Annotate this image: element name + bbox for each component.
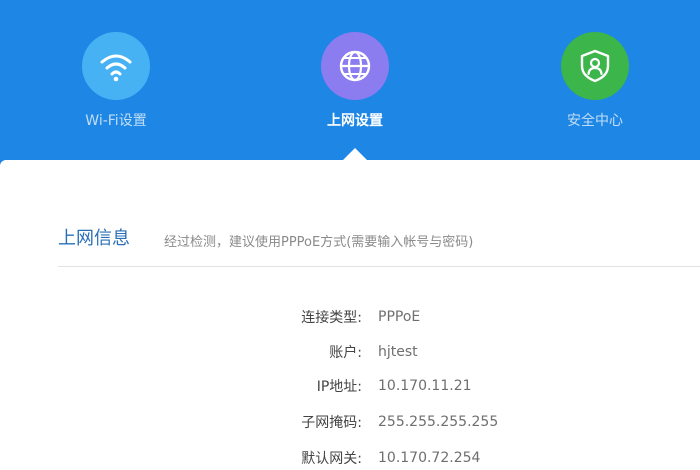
info-row-account: 账户: hjtest	[200, 340, 680, 364]
shield-user-icon	[580, 49, 610, 83]
top-nav-bar: Wi-Fi设置 上网设置 安全中心	[0, 0, 700, 170]
info-label: 默认网关:	[301, 451, 362, 467]
nav-wifi-label: Wi-Fi设置	[85, 113, 147, 129]
globe-icon	[339, 50, 371, 82]
info-label: 账户:	[329, 345, 362, 361]
info-value: PPPoE	[378, 309, 421, 325]
info-value: 255.255.255.255	[378, 414, 499, 430]
wifi-icon	[100, 54, 132, 82]
info-row-default-gateway: 默认网关: 10.170.72.254	[200, 446, 680, 470]
section-hint: 经过检测，建议使用PPPoE方式(需要输入帐号与密码)	[164, 235, 474, 250]
wifi-icon-circle	[82, 32, 150, 100]
nav-internet-label: 上网设置	[327, 113, 383, 129]
nav-wifi-settings[interactable]: Wi-Fi设置	[46, 32, 186, 132]
section-title: 上网信息	[58, 228, 130, 249]
info-row-ip-address: IP地址: 10.170.11.21	[200, 374, 680, 398]
info-label: 子网掩码:	[301, 415, 362, 431]
nav-internet-settings[interactable]: 上网设置	[285, 32, 425, 132]
shield-icon-circle	[561, 32, 629, 100]
nav-security-label: 安全中心	[567, 113, 623, 129]
info-value: 10.170.11.21	[378, 378, 472, 394]
info-row-subnet-mask: 子网掩码: 255.255.255.255	[200, 410, 680, 434]
info-label: 连接类型:	[301, 310, 362, 326]
section-divider	[58, 266, 700, 267]
info-value: 10.170.72.254	[378, 450, 481, 466]
info-label: IP地址:	[316, 379, 362, 395]
info-row-connection-type: 连接类型: PPPoE	[200, 305, 680, 329]
nav-security-center[interactable]: 安全中心	[525, 32, 665, 132]
info-value: hjtest	[378, 344, 418, 360]
globe-icon-circle	[321, 32, 389, 100]
active-tab-pointer	[343, 148, 367, 160]
